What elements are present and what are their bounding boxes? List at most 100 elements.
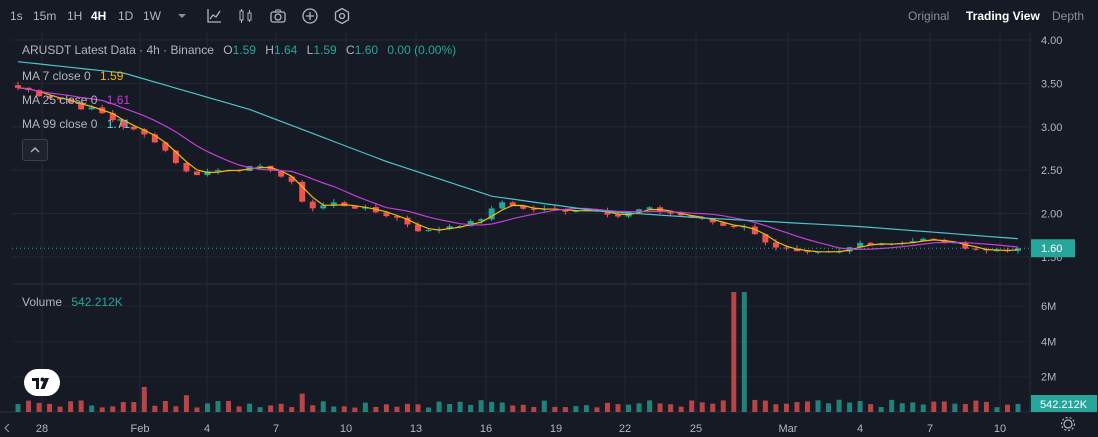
timeframe-4h[interactable]: 4H [91,9,106,23]
volume-bar [720,400,726,412]
timeframe-1h[interactable]: 1H [67,9,82,23]
candle-body [320,205,327,209]
volume-bar [99,407,105,412]
volume-bar [804,401,810,412]
symbol-title: ARUSDT Latest Data · 4h · Binance [22,43,214,57]
volume-bar [510,405,516,412]
candle-body [288,176,295,182]
chevron-down-icon[interactable] [173,7,191,25]
volume-bar [341,406,347,412]
volume-bar [773,404,779,412]
volume-bar [331,406,337,412]
ma99-label: MA 99 close 0 [22,117,98,131]
volume-bar [404,403,410,412]
chart-toolbar: 1s 15m 1H 4H 1D 1W Original Trading View… [0,0,1098,32]
volume-bar [626,404,632,412]
volume-bar [868,404,874,412]
timeframe-1w[interactable]: 1W [143,9,161,23]
volume-legend: Volume 542.212K [22,295,123,309]
indicators-icon[interactable] [237,7,255,25]
volume-bar [973,400,979,412]
volume-bar [478,400,484,412]
volume-bar [26,400,32,412]
time-tick-0: 28 [36,423,48,435]
volume-bar [920,404,926,412]
candle-body [215,170,221,172]
price-tick-4: 2.00 [1041,209,1062,221]
time-tick-6: 16 [480,423,492,435]
volume-bar [204,403,210,412]
line-chart-icon[interactable] [205,7,223,25]
last-volume-label: 542.212K [1040,399,1088,411]
volume-bar [226,400,232,412]
volume-bar [215,400,221,412]
volume-value: 542.212K [71,295,123,309]
low-value: 1.59 [313,43,337,57]
volume-tick-0: 6M [1041,301,1056,313]
volume-bar [783,403,789,412]
volume-bar [741,292,747,412]
volume-bar [815,400,821,412]
view-original[interactable]: Original [908,9,949,23]
ma25-label: MA 25 close 0 [22,93,98,107]
price-tick-3: 2.50 [1041,165,1062,177]
timeframe-15m[interactable]: 15m [33,9,56,23]
settings-hex-icon[interactable] [333,7,351,25]
view-trading-view[interactable]: Trading View [966,9,1040,23]
tradingview-logo[interactable] [24,369,60,396]
add-indicator-icon[interactable] [301,7,319,25]
collapse-legend-button[interactable] [22,139,48,161]
volume-bar [689,400,695,412]
time-tick-3: 7 [273,423,279,435]
volume-bar [499,402,505,412]
time-tick-7: 19 [550,423,562,435]
chart-grid [0,32,1098,437]
volume-bar [594,407,600,412]
volume-bar [141,386,147,412]
time-tick-10: Mar [779,423,798,435]
open-value: 1.59 [232,43,256,57]
volume-bar [636,403,642,412]
volume-bar [310,405,316,412]
price-chart[interactable]: 4.003.503.002.502.001.501.606M4M2M542.21… [0,32,1098,437]
camera-icon[interactable] [269,7,287,25]
candle-body [193,171,200,176]
volume-bar [383,404,389,412]
candle-body [530,208,537,210]
volume-bar [962,404,968,412]
candle-body [646,207,653,210]
volume-bar [878,406,884,412]
volume-bar [889,399,895,412]
view-depth[interactable]: Depth [1052,9,1084,23]
volume-bar [531,406,537,412]
ma99-legend: MA 99 close 0 1.71 [22,117,130,131]
volume-bar [931,401,937,412]
volume-bar [278,403,284,412]
volume-bar [162,400,168,412]
volume-bar [994,407,1000,412]
time-tick-8: 22 [619,423,631,435]
volume-bar [562,407,568,412]
volume-bar [289,407,295,412]
volume-bar [152,405,158,412]
time-tick-1: Feb [131,423,150,435]
tradingview-logo-icon [32,377,49,389]
volume-bar [362,402,368,412]
volume-bar [552,406,558,412]
volume-bar [15,403,21,412]
ma99-value: 1.71 [106,117,131,131]
volume-bar [320,401,326,412]
volume-bar [268,405,274,412]
volume-bar [794,402,800,412]
volume-bar [836,399,842,412]
candle-body [257,165,264,167]
ma7-label: MA 7 close 0 [22,69,91,83]
volume-bar [257,407,263,412]
volume-bar [583,405,589,412]
candle-body [309,201,316,209]
timeframe-1d[interactable]: 1D [118,9,133,23]
timeframe-1s[interactable]: 1s [10,9,23,23]
volume-bar [573,406,579,412]
chart-legend-header: ARUSDT Latest Data · 4h · Binance O1.59 … [22,43,456,57]
volume-bar [668,404,674,412]
